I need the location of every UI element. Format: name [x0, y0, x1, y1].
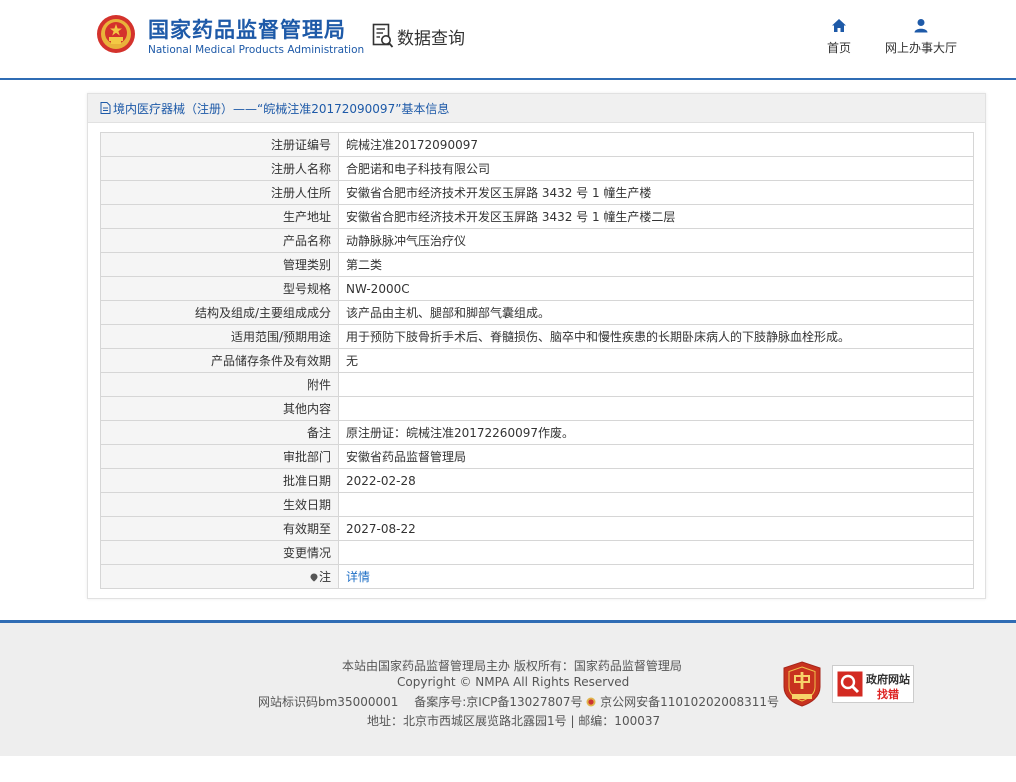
table-row: 生效日期 [100, 492, 974, 517]
table-row-note: 注 详情 [100, 564, 974, 589]
nav-online-service-hall-label[interactable]: 网上办事大厅 [885, 41, 957, 55]
table-row: 审批部门 安徽省药品监督管理局 [100, 444, 974, 469]
details-link[interactable]: 详情 [346, 570, 370, 584]
site-title-cn[interactable]: 国家药品监督管理局 [148, 14, 346, 44]
footer-address: 地址：北京市西城区展览路北露园1号 | 邮编：100037 [367, 714, 661, 728]
note-label-cell: 注 [100, 564, 339, 589]
document-search-icon [372, 23, 394, 48]
panel-title: 境内医疗器械（注册）——“皖械注准20172090097”基本信息 [113, 101, 450, 116]
table-row: 注册人名称 合肥诺和电子科技有限公司 [100, 156, 974, 181]
field-label: 型号规格 [100, 276, 339, 301]
party-government-badge-icon[interactable] [782, 661, 822, 707]
fix-badge-line1: 政府网站 [866, 673, 910, 686]
table-row: 生产地址 安徽省合肥市经济技术开发区玉屏路 3432 号 1 幢生产楼二层 [100, 204, 974, 229]
data-query-title: 数据查询 [372, 23, 465, 49]
note-value-cell: 详情 [338, 564, 974, 589]
field-value: 2022-02-28 [338, 468, 974, 493]
nav-home-label[interactable]: 首页 [827, 41, 851, 55]
field-label: 备注 [100, 420, 339, 445]
table-row: 其他内容 [100, 396, 974, 421]
national-emblem-icon [97, 15, 135, 53]
field-label: 产品储存条件及有效期 [100, 348, 339, 373]
table-row: 附件 [100, 372, 974, 397]
field-value: 无 [338, 348, 974, 373]
field-label: 注册人名称 [100, 156, 339, 181]
footer-public-security[interactable]: 京公网安备11010202008311号 [600, 695, 779, 709]
site-header: 国家药品监督管理局 National Medical Products Admi… [0, 0, 1016, 80]
fix-badge-line2: 找错 [877, 688, 899, 701]
field-label: 生产地址 [100, 204, 339, 229]
registration-info-table: 注册证编号 皖械注准20172090097 注册人名称 合肥诺和电子科技有限公司 注册人… [100, 132, 974, 589]
field-value: 安徽省合肥市经济技术开发区玉屏路 3432 号 1 幢生产楼 [338, 180, 974, 205]
field-value: NW-2000C [338, 276, 974, 301]
table-row: 结构及组成/主要组成成分 该产品由主机、腿部和脚部气囊组成。 [100, 300, 974, 325]
footer-copyright: Copyright © NMPA All Rights Reserved [397, 675, 630, 689]
magnifier-report-icon [837, 671, 863, 697]
field-value [338, 492, 974, 517]
field-label: 结构及组成/主要组成成分 [100, 300, 339, 325]
table-row: 适用范围/预期用途 用于预防下肢骨折手术后、脊髓损伤、脑卒中和慢性疾患的长期卧床病… [100, 324, 974, 349]
field-label: 附件 [100, 372, 339, 397]
field-value: 安徽省药品监督管理局 [338, 444, 974, 469]
nav-online-service-hall[interactable]: 网上办事大厅 [880, 18, 962, 56]
panel-header: 境内医疗器械（注册）——“皖械注准20172090097”基本信息 [88, 94, 985, 123]
field-label: 适用范围/预期用途 [100, 324, 339, 349]
field-label: 审批部门 [100, 444, 339, 469]
table-row: 批准日期 2022-02-28 [100, 468, 974, 493]
field-label: 生效日期 [100, 492, 339, 517]
field-label: 产品名称 [100, 228, 339, 253]
field-value: 该产品由主机、腿部和脚部气囊组成。 [338, 300, 974, 325]
field-value [338, 372, 974, 397]
registration-info-panel: 境内医疗器械（注册）——“皖械注准20172090097”基本信息 注册证编号皖… [87, 93, 986, 599]
table-row: 注册证编号 皖械注准20172090097 [100, 132, 974, 157]
footer-icp[interactable]: 网站标识码bm35000001 备案序号:京ICP备13027807号 [258, 695, 582, 709]
field-label: 有效期至 [100, 516, 339, 541]
data-query-label: 数据查询 [397, 28, 465, 49]
table-row: 产品储存条件及有效期无 [100, 348, 974, 373]
field-value: 动静脉脉冲气压治疗仪 [338, 228, 974, 253]
user-icon [914, 19, 928, 33]
table-row: 产品名称 动静脉脉冲气压治疗仪 [100, 228, 974, 253]
field-label: 变更情况 [100, 540, 339, 565]
field-value [338, 540, 974, 565]
field-label: 批准日期 [100, 468, 339, 493]
field-value: 合肥诺和电子科技有限公司 [338, 156, 974, 181]
document-icon [100, 102, 111, 114]
table-row: 注册人住所 安徽省合肥市经济技术开发区玉屏路 3432 号 1 幢生产楼 [100, 180, 974, 205]
site-title-en[interactable]: National Medical Products Administration [148, 44, 364, 56]
table-row: 有效期至 2027-08-22 [100, 516, 974, 541]
table-row: 备注 原注册证：皖械注准20172260097作废。 [100, 420, 974, 445]
gov-website-error-report[interactable]: 政府网站 找错 [832, 665, 914, 703]
footer-sponsor: 本站由国家药品监督管理局主办 版权所有：国家药品监督管理局 [342, 659, 682, 673]
police-badge-icon [586, 697, 596, 707]
field-value: 2027-08-22 [338, 516, 974, 541]
field-value [338, 396, 974, 421]
home-icon [832, 19, 846, 32]
field-label: 注册证编号 [100, 132, 339, 157]
field-value: 原注册证：皖械注准20172260097作废。 [338, 420, 974, 445]
footer-registration: 网站标识码bm35000001 备案序号:京ICP备13027807号 京公网安… [258, 693, 779, 710]
field-value: 安徽省合肥市经济技术开发区玉屏路 3432 号 1 幢生产楼二层 [338, 204, 974, 229]
field-value: 第二类 [338, 252, 974, 277]
table-row: 型号规格 NW-2000C [100, 276, 974, 301]
field-label: 管理类别 [100, 252, 339, 277]
site-footer: 本站由国家药品监督管理局主办 版权所有：国家药品监督管理局 Copyright … [0, 620, 1016, 756]
table-row: 管理类别 第二类 [100, 252, 974, 277]
pin-icon [310, 573, 318, 582]
nav-home[interactable]: 首页 [822, 18, 856, 56]
field-value: 用于预防下肢骨折手术后、脊髓损伤、脑卒中和慢性疾患的长期卧床病人的下肢静脉血栓形… [338, 324, 974, 349]
field-label: 注册人住所 [100, 180, 339, 205]
field-value: 皖械注准20172090097 [338, 132, 974, 157]
note-label: 注 [318, 570, 331, 584]
table-row: 变更情况 [100, 540, 974, 565]
field-label: 其他内容 [100, 396, 339, 421]
